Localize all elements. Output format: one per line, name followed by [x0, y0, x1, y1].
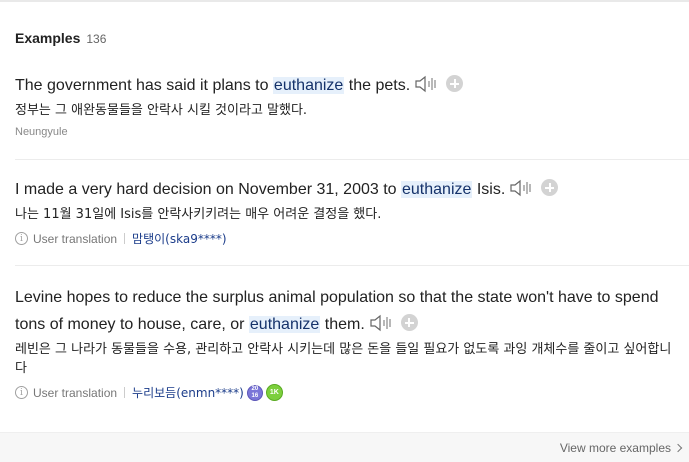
add-icon[interactable]: [541, 179, 559, 196]
speaker-icon[interactable]: [509, 179, 535, 197]
example-item: The government has said it plans to euth…: [15, 72, 689, 138]
example-translation-ko: 레빈은 그 나라가 동물들을 수용, 관리하고 안락사 시키는데 많은 돈을 들…: [15, 342, 672, 376]
add-icon[interactable]: [446, 75, 464, 92]
example-sentence-en: I made a very hard decision on November …: [15, 176, 665, 203]
example-translation-ko: 나는 11월 31일에 Isis를 안락사키키려는 매우 어려운 결정을 했다.: [15, 207, 382, 222]
examples-header: Examples 136: [15, 30, 106, 46]
keyword-highlight: euthanize: [248, 316, 321, 333]
example-sentence-en: The government has said it plans to euth…: [15, 72, 665, 99]
examples-count: 136: [86, 32, 107, 46]
keyword-highlight: euthanize: [401, 181, 473, 198]
view-more-examples-link[interactable]: View more examples: [559, 441, 683, 455]
separator: [124, 387, 126, 398]
example-item: Levine hopes to reduce the surplus anima…: [15, 284, 689, 401]
example-meta: i User translation 누리보듬(enmn****) 20 16 …: [15, 384, 689, 401]
info-icon[interactable]: i: [15, 232, 28, 245]
sentence-text: The government has said it plans to: [15, 77, 273, 94]
divider: [15, 159, 689, 160]
sentence-text: Isis.: [472, 181, 506, 198]
footer-bar: View more examples: [0, 432, 689, 462]
translator-link[interactable]: 누리보듬(enmn****): [132, 384, 244, 401]
chevron-right-icon: [673, 443, 683, 453]
example-item: I made a very hard decision on November …: [15, 176, 689, 247]
level-badge: 20 16: [246, 384, 263, 401]
example-meta: Neungyule: [15, 126, 689, 138]
view-more-label: View more examples: [559, 441, 671, 455]
user-translation-label: User translation: [33, 385, 118, 400]
speaker-icon[interactable]: [369, 314, 395, 332]
sentence-text: I made a very hard decision on November …: [15, 181, 401, 198]
count-badge: 1K: [265, 384, 283, 401]
add-icon[interactable]: [400, 314, 418, 331]
user-translation-label: User translation: [33, 231, 118, 246]
separator: [124, 233, 126, 244]
info-icon[interactable]: i: [15, 386, 28, 399]
sentence-text: them.: [320, 316, 365, 333]
example-meta: i User translation 맘탱이(ska9****): [15, 230, 689, 247]
example-sentence-en: Levine hopes to reduce the surplus anima…: [15, 284, 665, 338]
source-author: Neungyule: [15, 126, 68, 138]
section-title: Examples: [15, 30, 81, 46]
speaker-icon[interactable]: [414, 75, 440, 93]
example-translation-ko: 정부는 그 애완동물들을 안락사 시킬 것이라고 말했다.: [15, 103, 308, 118]
translator-link[interactable]: 맘탱이(ska9****): [132, 230, 226, 247]
divider: [15, 265, 689, 266]
keyword-highlight: euthanize: [272, 77, 345, 94]
top-border: [0, 0, 689, 2]
sentence-text: the pets.: [344, 77, 411, 94]
